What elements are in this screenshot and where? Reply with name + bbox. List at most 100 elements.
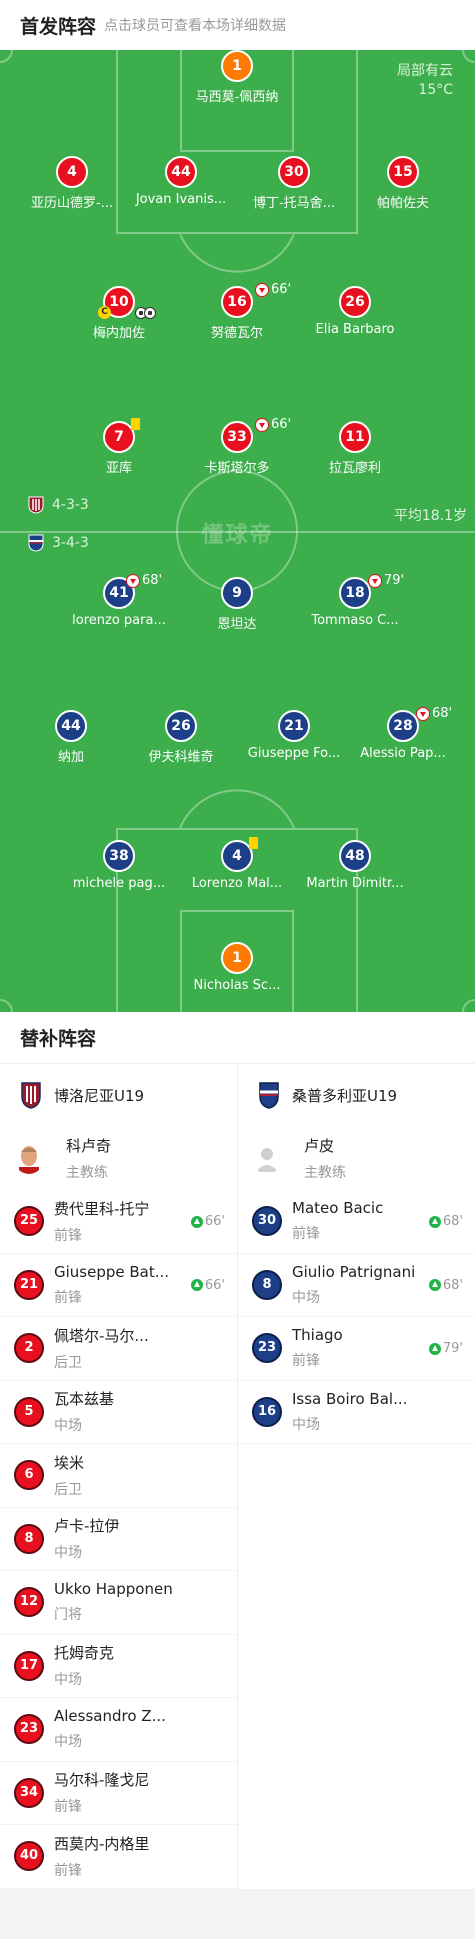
player-number: 44 <box>165 156 197 188</box>
away-goalkeeper[interactable]: 1 Nicholas Sc... <box>177 942 297 993</box>
bench-player-row[interactable]: 8 卢卡-拉伊 中场 <box>0 1508 237 1571</box>
away-forward[interactable]: 9 恩坦达 <box>177 577 297 632</box>
bench-player-row[interactable]: 5 瓦本兹基 中场 <box>0 1381 237 1444</box>
away-midfielder[interactable]: 28 68' Alessio Pap... <box>343 706 463 761</box>
away-defender[interactable]: 38 michele pag... <box>59 840 179 891</box>
bench-player-number: 2 <box>14 1333 44 1364</box>
bench-player-number: 34 <box>14 1777 44 1808</box>
bench-player-row[interactable]: 2 佩塔尔-马尔... 后卫 <box>0 1317 237 1381</box>
player-number: 44 <box>55 710 87 742</box>
player-name: 马西莫-佩西纳 <box>195 90 279 105</box>
substitution-icon <box>416 707 430 721</box>
bench-player-row[interactable]: 17 托姆奇克 中场 <box>0 1635 237 1698</box>
bench-player-row[interactable]: 25 费代里科-托宁 前锋 66' <box>0 1190 237 1254</box>
sub-in-arrow-icon <box>428 1279 441 1291</box>
player-name: lorenzo para... <box>72 613 166 628</box>
player-name: Jovan Ivanis... <box>135 192 227 207</box>
bench-player-row[interactable]: 6 埃米 后卫 <box>0 1444 237 1508</box>
bench-player-position: 中场 <box>292 1289 320 1306</box>
bench-player-position: 中场 <box>54 1545 82 1562</box>
player-name: michele pag... <box>72 876 166 891</box>
goal-ball-icon <box>144 307 156 319</box>
home-forward[interactable]: 7 亚库 <box>59 418 179 476</box>
away-formation-text: 3-4-3 <box>52 535 89 551</box>
bench-player-number: 25 <box>14 1206 44 1237</box>
bench-player-number: 16 <box>252 1396 282 1427</box>
bench-player-name: 马尔科-隆戈尼 <box>54 1771 150 1790</box>
home-forward[interactable]: 33 66' 卡斯塔尔多 <box>177 417 297 476</box>
home-crest-icon <box>28 496 44 514</box>
player-number: 30 <box>278 156 310 188</box>
sub-in-minute: 68' <box>442 1277 463 1293</box>
home-defender[interactable]: 15 帕帕佐夫 <box>343 156 463 211</box>
home-coach[interactable]: 科卢奇 主教练 <box>0 1126 237 1190</box>
yellow-card-icon <box>249 837 258 849</box>
home-defender[interactable]: 4 亚历山德罗-... <box>12 156 132 211</box>
bench-player-row[interactable]: 8 Giulio Patrignani 中场 68' <box>238 1254 475 1317</box>
bench-player-name: 费代里科-托宁 <box>54 1199 150 1218</box>
home-midfielder[interactable]: 26 Elia Barbaro <box>295 286 415 337</box>
substitution-minute: 66' <box>271 417 292 432</box>
away-defender[interactable]: 48 Martin Dimitr... <box>295 840 415 891</box>
coach-role: 主教练 <box>66 1164 108 1181</box>
bench-player-position: 前锋 <box>54 1862 82 1879</box>
home-midfielder[interactable]: 10 C 梅内加佐 <box>59 286 179 341</box>
home-formation-text: 4-3-3 <box>52 497 89 513</box>
sub-in-minute: 79' <box>442 1341 463 1356</box>
away-defender[interactable]: 4 Lorenzo Mal... <box>177 837 297 891</box>
bench-player-row[interactable]: 16 Issa Boiro Bal... 中场 <box>238 1381 475 1444</box>
away-team-row[interactable]: 桑普多利亚U19 <box>238 1064 475 1126</box>
yellow-card-icon <box>131 418 140 430</box>
bench-player-number: 23 <box>252 1333 282 1364</box>
bench-player-name: 托姆奇克 <box>54 1644 115 1663</box>
bench-player-number: 17 <box>14 1650 44 1681</box>
bench-player-row[interactable]: 23 Thiago 前锋 79' <box>238 1317 475 1381</box>
home-team-row[interactable]: 博洛尼亚U19 <box>0 1064 237 1126</box>
sub-in-minute: 68' <box>442 1214 463 1229</box>
substitution-icon <box>368 574 382 588</box>
home-forward[interactable]: 11 拉瓦廖利 <box>295 421 415 476</box>
player-name: 亚库 <box>105 461 132 476</box>
bench-player-row[interactable]: 34 马尔科-隆戈尼 前锋 <box>0 1762 237 1825</box>
player-number: 18 <box>339 577 371 609</box>
home-goalkeeper[interactable]: 1 马西莫-佩西纳 <box>177 50 297 105</box>
away-midfielder[interactable]: 26 伊夫科维奇 <box>121 710 241 765</box>
bench-player-row[interactable]: 30 Mateo Bacic 前锋 68' <box>238 1190 475 1254</box>
player-name: 卡斯塔尔多 <box>204 461 270 476</box>
sub-in-arrow-icon <box>190 1279 203 1291</box>
home-defender[interactable]: 30 博丁-托马舍... <box>234 156 354 211</box>
bench-player-name: Giulio Patrignani <box>292 1262 416 1281</box>
bench-player-row[interactable]: 12 Ukko Happonen 门将 <box>0 1571 237 1635</box>
home-midfielder[interactable]: 16 66' 努德瓦尔 <box>177 282 297 341</box>
player-name: Tommaso C... <box>311 613 399 628</box>
player-number: 1 <box>221 50 253 82</box>
away-team-name: 桑普多利亚U19 <box>292 1086 398 1105</box>
player-name: Lorenzo Mal... <box>191 876 283 891</box>
pitch: 局部有云 15°C 懂球帝 4-3-3 平均18.1岁 3-4-3 1 马西莫-… <box>0 50 475 1012</box>
away-forward[interactable]: 18 79' Tommaso C... <box>295 573 415 628</box>
home-average-age: 平均18.1岁 <box>393 508 467 524</box>
away-forward[interactable]: 41 68' lorenzo para... <box>59 573 179 628</box>
home-defender[interactable]: 44 Jovan Ivanis... <box>121 156 241 207</box>
bench-player-row[interactable]: 21 Giuseppe Bat... 前锋 66' <box>0 1254 237 1317</box>
away-coach[interactable]: 卢皮 主教练 <box>238 1126 475 1190</box>
player-number: 38 <box>103 840 135 872</box>
bench-player-row[interactable]: 40 西莫内-内格里 前锋 <box>0 1825 237 1889</box>
coach-avatar <box>14 1142 44 1174</box>
bench-player-position: 后卫 <box>54 1481 82 1498</box>
player-name: 伊夫科维奇 <box>148 750 214 765</box>
bench-player-name: Ukko Happonen <box>54 1580 173 1599</box>
home-team-name: 博洛尼亚U19 <box>54 1086 145 1105</box>
substitution-icon <box>255 283 269 297</box>
substitution-minute: 68' <box>432 706 453 721</box>
away-formation: 3-4-3 <box>28 534 89 552</box>
weather: 局部有云 15°C <box>397 62 453 100</box>
bench-player-position: 中场 <box>54 1418 82 1435</box>
home-formation: 4-3-3 <box>28 496 89 514</box>
bench-player-row[interactable]: 23 Alessandro Z... 中场 <box>0 1698 237 1762</box>
bench-section: 替补阵容 博洛尼亚U19 科卢奇 主教练 25 费代里科-托宁 前锋 66' 2… <box>0 1012 475 1889</box>
lineup-header: 首发阵容 点击球员可查看本场详细数据 <box>0 0 475 50</box>
bench-player-number: 12 <box>14 1587 44 1618</box>
away-midfielder[interactable]: 21 Giuseppe Fo... <box>234 710 354 761</box>
away-midfielder[interactable]: 44 纳加 <box>11 710 131 765</box>
